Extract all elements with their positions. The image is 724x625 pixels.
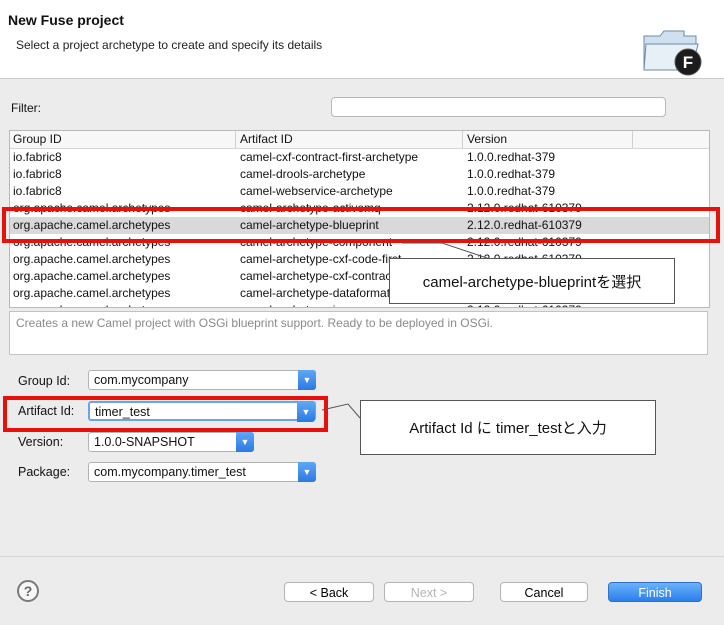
- wizard-title: New Fuse project: [8, 12, 124, 28]
- archetype-description: Creates a new Camel project with OSGi bl…: [9, 311, 708, 355]
- cell-artifact-id: camel-archetype-java: [240, 303, 355, 307]
- package-value: com.mycompany.timer_test: [94, 465, 246, 479]
- group-id-label: Group Id:: [18, 374, 71, 388]
- cell-group-id: org.apache.camel.archetypes: [13, 252, 171, 266]
- cell-version: 1.0.0.redhat-379: [467, 184, 556, 198]
- version-value: 1.0.0-SNAPSHOT: [94, 435, 195, 449]
- version-combo[interactable]: 1.0.0-SNAPSHOT ▼: [88, 432, 254, 452]
- callout-select-blueprint: camel-archetype-blueprintを選択: [389, 258, 675, 304]
- table-header: Group ID Artifact ID Version: [10, 131, 709, 149]
- column-divider[interactable]: [632, 131, 633, 148]
- cell-version: 1.0.0.redhat-379: [467, 167, 556, 181]
- group-id-combo[interactable]: com.mycompany ▼: [88, 370, 316, 390]
- cell-group-id: org.apache.camel.archetypes: [13, 286, 171, 300]
- table-row[interactable]: io.fabric8 camel-cxf-contract-first-arche…: [10, 149, 709, 166]
- cell-artifact-id: camel-archetype-dataformat: [240, 286, 391, 300]
- help-icon[interactable]: ?: [17, 580, 39, 602]
- next-button[interactable]: Next >: [384, 582, 474, 602]
- cell-artifact-id: camel-webservice-archetype: [240, 184, 393, 198]
- cell-group-id: org.apache.camel.archetypes: [13, 269, 171, 283]
- cell-group-id: org.apache.camel.archetypes: [13, 303, 170, 307]
- wizard-subtitle: Select a project archetype to create and…: [16, 38, 323, 52]
- blueprint-row-highlight: [2, 207, 720, 243]
- cancel-button[interactable]: Cancel: [500, 582, 588, 602]
- cell-artifact-id: camel-archetype-cxf-code-first: [240, 252, 402, 266]
- filter-label: Filter:: [11, 101, 41, 115]
- cell-artifact-id: camel-drools-archetype: [240, 167, 366, 181]
- filter-input[interactable]: [331, 97, 666, 117]
- cell-version: 1.0.0.redhat-379: [467, 150, 556, 164]
- cell-group-id: io.fabric8: [13, 150, 62, 164]
- column-header-group-id[interactable]: Group ID: [13, 132, 62, 146]
- cell-artifact-id: camel-cxf-contract-first-archetype: [240, 150, 419, 164]
- column-divider[interactable]: [235, 131, 236, 148]
- artifact-id-highlight: [3, 396, 328, 432]
- cell-group-id: io.fabric8: [13, 184, 62, 198]
- table-row[interactable]: io.fabric8 camel-drools-archetype 1.0.0.re…: [10, 166, 709, 183]
- back-button[interactable]: < Back: [284, 582, 374, 602]
- wizard-header: New Fuse project Select a project archet…: [0, 0, 724, 79]
- group-id-value: com.mycompany: [94, 373, 189, 387]
- fuse-logo-letter: F: [683, 53, 693, 72]
- cell-group-id: io.fabric8: [13, 167, 62, 181]
- table-row[interactable]: io.fabric8 camel-webservice-archetype 1.0.…: [10, 183, 709, 200]
- package-label: Package:: [18, 465, 71, 479]
- finish-button[interactable]: Finish: [608, 582, 702, 602]
- chevron-down-icon[interactable]: ▼: [298, 370, 316, 390]
- version-label: Version:: [18, 435, 64, 449]
- chevron-down-icon[interactable]: ▼: [298, 462, 316, 482]
- package-combo[interactable]: com.mycompany.timer_test ▼: [88, 462, 316, 482]
- column-header-artifact-id[interactable]: Artifact ID: [240, 132, 293, 146]
- column-header-version[interactable]: Version: [467, 132, 507, 146]
- column-divider[interactable]: [462, 131, 463, 148]
- chevron-down-icon[interactable]: ▼: [236, 432, 254, 452]
- footer-divider: [0, 556, 724, 557]
- callout-enter-artifact-id: Artifact Id に timer_testと入力: [360, 400, 656, 455]
- fuse-folder-icon: F: [643, 30, 702, 76]
